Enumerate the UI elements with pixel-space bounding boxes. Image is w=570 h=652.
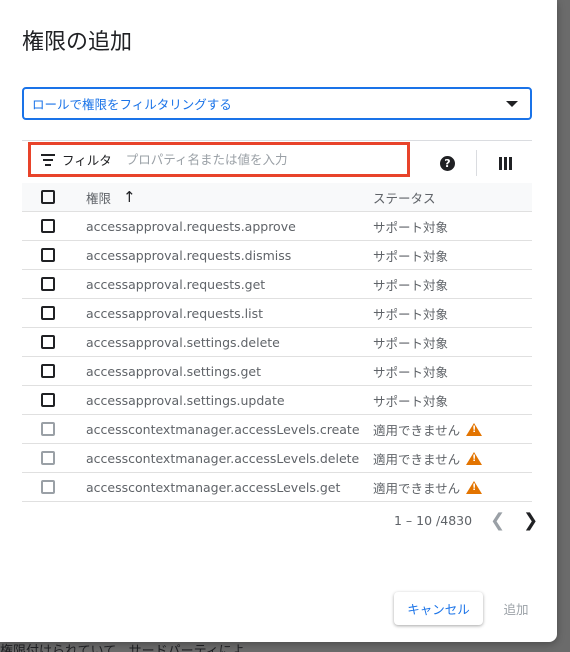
table-row: accesscontextmanager.accessLevels.get 適用… <box>22 473 532 502</box>
warning-icon <box>466 451 483 465</box>
dialog-title: 権限の追加 <box>22 30 133 55</box>
status-text: サポート対象 <box>373 393 449 409</box>
filter-icon <box>41 153 55 166</box>
row-checkbox[interactable] <box>41 306 55 320</box>
row-checkbox <box>41 422 55 436</box>
status-text: サポート対象 <box>373 306 449 322</box>
permission-name: accessapproval.requests.dismiss <box>86 247 292 263</box>
row-checkbox[interactable] <box>41 248 55 262</box>
table-row[interactable]: accessapproval.requests.get サポート対象 <box>22 270 532 299</box>
cancel-button[interactable]: キャンセル <box>394 592 483 625</box>
table-row[interactable]: accessapproval.settings.update サポート対象 <box>22 386 532 415</box>
columns-icon[interactable] <box>499 157 512 170</box>
add-button[interactable]: 追加 <box>496 592 536 625</box>
status-text: サポート対象 <box>373 335 449 351</box>
row-checkbox[interactable] <box>41 219 55 233</box>
permission-name: accesscontextmanager.accessLevels.get <box>86 479 341 495</box>
status-text: 適用できません <box>373 422 461 438</box>
table-row[interactable]: accessapproval.requests.approve サポート対象 <box>22 212 532 241</box>
filter-input[interactable] <box>125 152 326 167</box>
permission-name: accesscontextmanager.accessLevels.create <box>86 421 360 437</box>
permission-name: accessapproval.settings.delete <box>86 334 280 350</box>
filter-bar[interactable]: フィルタ <box>28 142 410 177</box>
add-permissions-dialog: 権限の追加 ロールで権限をフィルタリングする フィルタ ? 権限 ↑ ステータス… <box>0 0 557 642</box>
status-cell: 適用できません <box>373 478 483 497</box>
permission-header-label: 権限 <box>86 190 112 206</box>
table-row: accesscontextmanager.accessLevels.create… <box>22 415 532 444</box>
table-row[interactable]: accessapproval.requests.list サポート対象 <box>22 299 532 328</box>
role-filter-select[interactable]: ロールで権限をフィルタリングする <box>22 87 532 120</box>
role-filter-label: ロールで権限をフィルタリングする <box>32 97 232 112</box>
permissions-table: 権限 ↑ ステータス accessapproval.requests.appro… <box>22 183 532 502</box>
toolbar-divider <box>22 140 532 141</box>
permission-name: accesscontextmanager.accessLevels.delete <box>86 450 360 466</box>
permission-name: accessapproval.requests.get <box>86 276 266 292</box>
filter-label: フィルタ <box>62 153 112 168</box>
table-row[interactable]: accessapproval.requests.dismiss サポート対象 <box>22 241 532 270</box>
table-row[interactable]: accessapproval.settings.delete サポート対象 <box>22 328 532 357</box>
pagination-range: 1 – 10 /4830 <box>394 513 473 528</box>
status-text: サポート対象 <box>373 277 449 293</box>
chevron-right-icon[interactable]: ❯ <box>523 510 538 531</box>
row-checkbox <box>41 480 55 494</box>
chevron-down-icon <box>506 100 518 107</box>
status-cell: 適用できません <box>373 449 483 468</box>
chevron-left-icon[interactable]: ❮ <box>490 510 505 531</box>
permission-name: accessapproval.requests.approve <box>86 218 296 234</box>
status-text: サポート対象 <box>373 248 449 264</box>
permission-column-header[interactable]: 権限 ↑ <box>86 188 373 207</box>
warning-icon <box>466 422 483 436</box>
permission-name: accessapproval.requests.list <box>86 305 264 321</box>
permission-name: accessapproval.settings.update <box>86 392 285 408</box>
row-checkbox <box>41 451 55 465</box>
sort-ascending-icon[interactable]: ↑ <box>123 188 136 206</box>
warning-icon <box>466 480 483 494</box>
status-cell: 適用できません <box>373 420 483 439</box>
row-checkbox[interactable] <box>41 364 55 378</box>
permission-name: accessapproval.settings.get <box>86 363 262 379</box>
status-text: サポート対象 <box>373 219 449 235</box>
table-row: accesscontextmanager.accessLevels.delete… <box>22 444 532 473</box>
table-row[interactable]: accessapproval.settings.get サポート対象 <box>22 357 532 386</box>
status-text: 適用できません <box>373 451 461 467</box>
toolbar-separator <box>476 150 477 176</box>
status-text: 適用できません <box>373 480 461 496</box>
status-column-header: ステータス <box>373 190 436 206</box>
table-header-row: 権限 ↑ ステータス <box>22 183 532 212</box>
select-all-checkbox[interactable] <box>41 190 55 204</box>
row-checkbox[interactable] <box>41 335 55 349</box>
help-icon[interactable]: ? <box>440 156 455 171</box>
status-text: サポート対象 <box>373 364 449 380</box>
row-checkbox[interactable] <box>41 277 55 291</box>
pagination: 1 – 10 /4830 ❮ ❯ <box>394 510 538 531</box>
row-checkbox[interactable] <box>41 393 55 407</box>
